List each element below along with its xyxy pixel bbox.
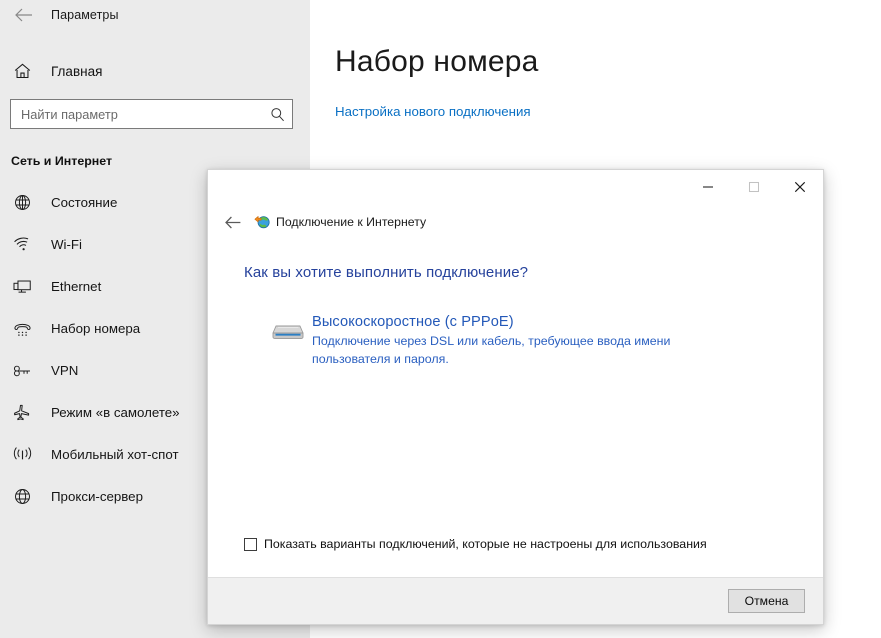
proxy-globe-icon bbox=[11, 488, 33, 505]
sidebar-item-dialup-label: Набор номера bbox=[51, 320, 141, 336]
dialog-nav-row: Подключение к Интернету bbox=[208, 204, 823, 240]
minimize-icon[interactable] bbox=[685, 170, 731, 204]
sidebar-item-mobile-hotspot-label: Мобильный хот-спот bbox=[51, 446, 179, 462]
sidebar-item-wifi-label: Wi-Fi bbox=[51, 236, 83, 252]
page-title: Набор номера bbox=[335, 45, 539, 78]
dialog-body: Как вы хотите выполнить подключение? Выс… bbox=[208, 240, 823, 577]
show-unconfigured-checkbox-row[interactable]: Показать варианты подключений, которые н… bbox=[244, 537, 707, 551]
show-unconfigured-checkbox[interactable] bbox=[244, 537, 257, 551]
sidebar-item-airplane-mode-label: Режим «в самолете» bbox=[51, 404, 180, 420]
vpn-key-icon bbox=[11, 363, 33, 378]
internet-globe-icon bbox=[254, 214, 271, 230]
back-arrow-icon[interactable] bbox=[220, 209, 246, 235]
phone-dial-icon bbox=[11, 320, 33, 337]
connection-option-description: Подключение через DSL или кабель, требую… bbox=[312, 334, 671, 366]
sidebar-item-home-label: Главная bbox=[51, 63, 103, 79]
hotspot-icon bbox=[11, 446, 33, 462]
sidebar-item-home[interactable]: Главная bbox=[0, 56, 310, 86]
search-icon[interactable] bbox=[270, 107, 285, 122]
sidebar-item-vpn-label: VPN bbox=[51, 362, 79, 378]
cancel-button[interactable]: Отмена bbox=[728, 589, 805, 613]
sidebar-item-status-label: Состояние bbox=[51, 194, 118, 210]
sidebar-section-title: Сеть и Интернет bbox=[11, 154, 113, 168]
airplane-icon bbox=[11, 404, 33, 421]
dialog-question: Как вы хотите выполнить подключение? bbox=[244, 264, 529, 281]
maximize-icon[interactable] bbox=[731, 170, 777, 204]
dialog-footer: Отмена bbox=[208, 577, 823, 624]
setup-new-connection-link[interactable]: Настройка нового подключения bbox=[335, 104, 531, 119]
connection-option-text: Высокоскоростное (с PPPoE) Подключение ч… bbox=[310, 313, 793, 368]
wifi-icon bbox=[11, 236, 33, 252]
globe-icon bbox=[11, 194, 33, 211]
search-input[interactable] bbox=[21, 106, 270, 122]
search-box[interactable] bbox=[10, 99, 293, 129]
internet-connection-dialog: Подключение к Интернету Как вы хотите вы… bbox=[207, 169, 824, 625]
connection-option-title[interactable]: Высокоскоростное (с PPPoE) bbox=[312, 314, 514, 330]
back-arrow-icon[interactable] bbox=[8, 2, 38, 28]
show-unconfigured-checkbox-label: Показать варианты подключений, которые н… bbox=[264, 537, 707, 551]
app-title: Параметры bbox=[51, 8, 119, 22]
sidebar-item-proxy-label: Прокси-сервер bbox=[51, 488, 143, 504]
connection-option-pppoe[interactable]: Высокоскоростное (с PPPoE) Подключение ч… bbox=[244, 313, 793, 368]
dialog-titlebar bbox=[208, 170, 823, 204]
dialog-title: Подключение к Интернету bbox=[276, 215, 427, 229]
settings-titlebar: Параметры bbox=[0, 0, 310, 30]
ethernet-icon bbox=[11, 278, 33, 295]
close-icon[interactable] bbox=[777, 170, 823, 204]
home-icon bbox=[11, 63, 33, 79]
sidebar-item-ethernet-label: Ethernet bbox=[51, 278, 102, 294]
modem-icon bbox=[266, 313, 310, 368]
